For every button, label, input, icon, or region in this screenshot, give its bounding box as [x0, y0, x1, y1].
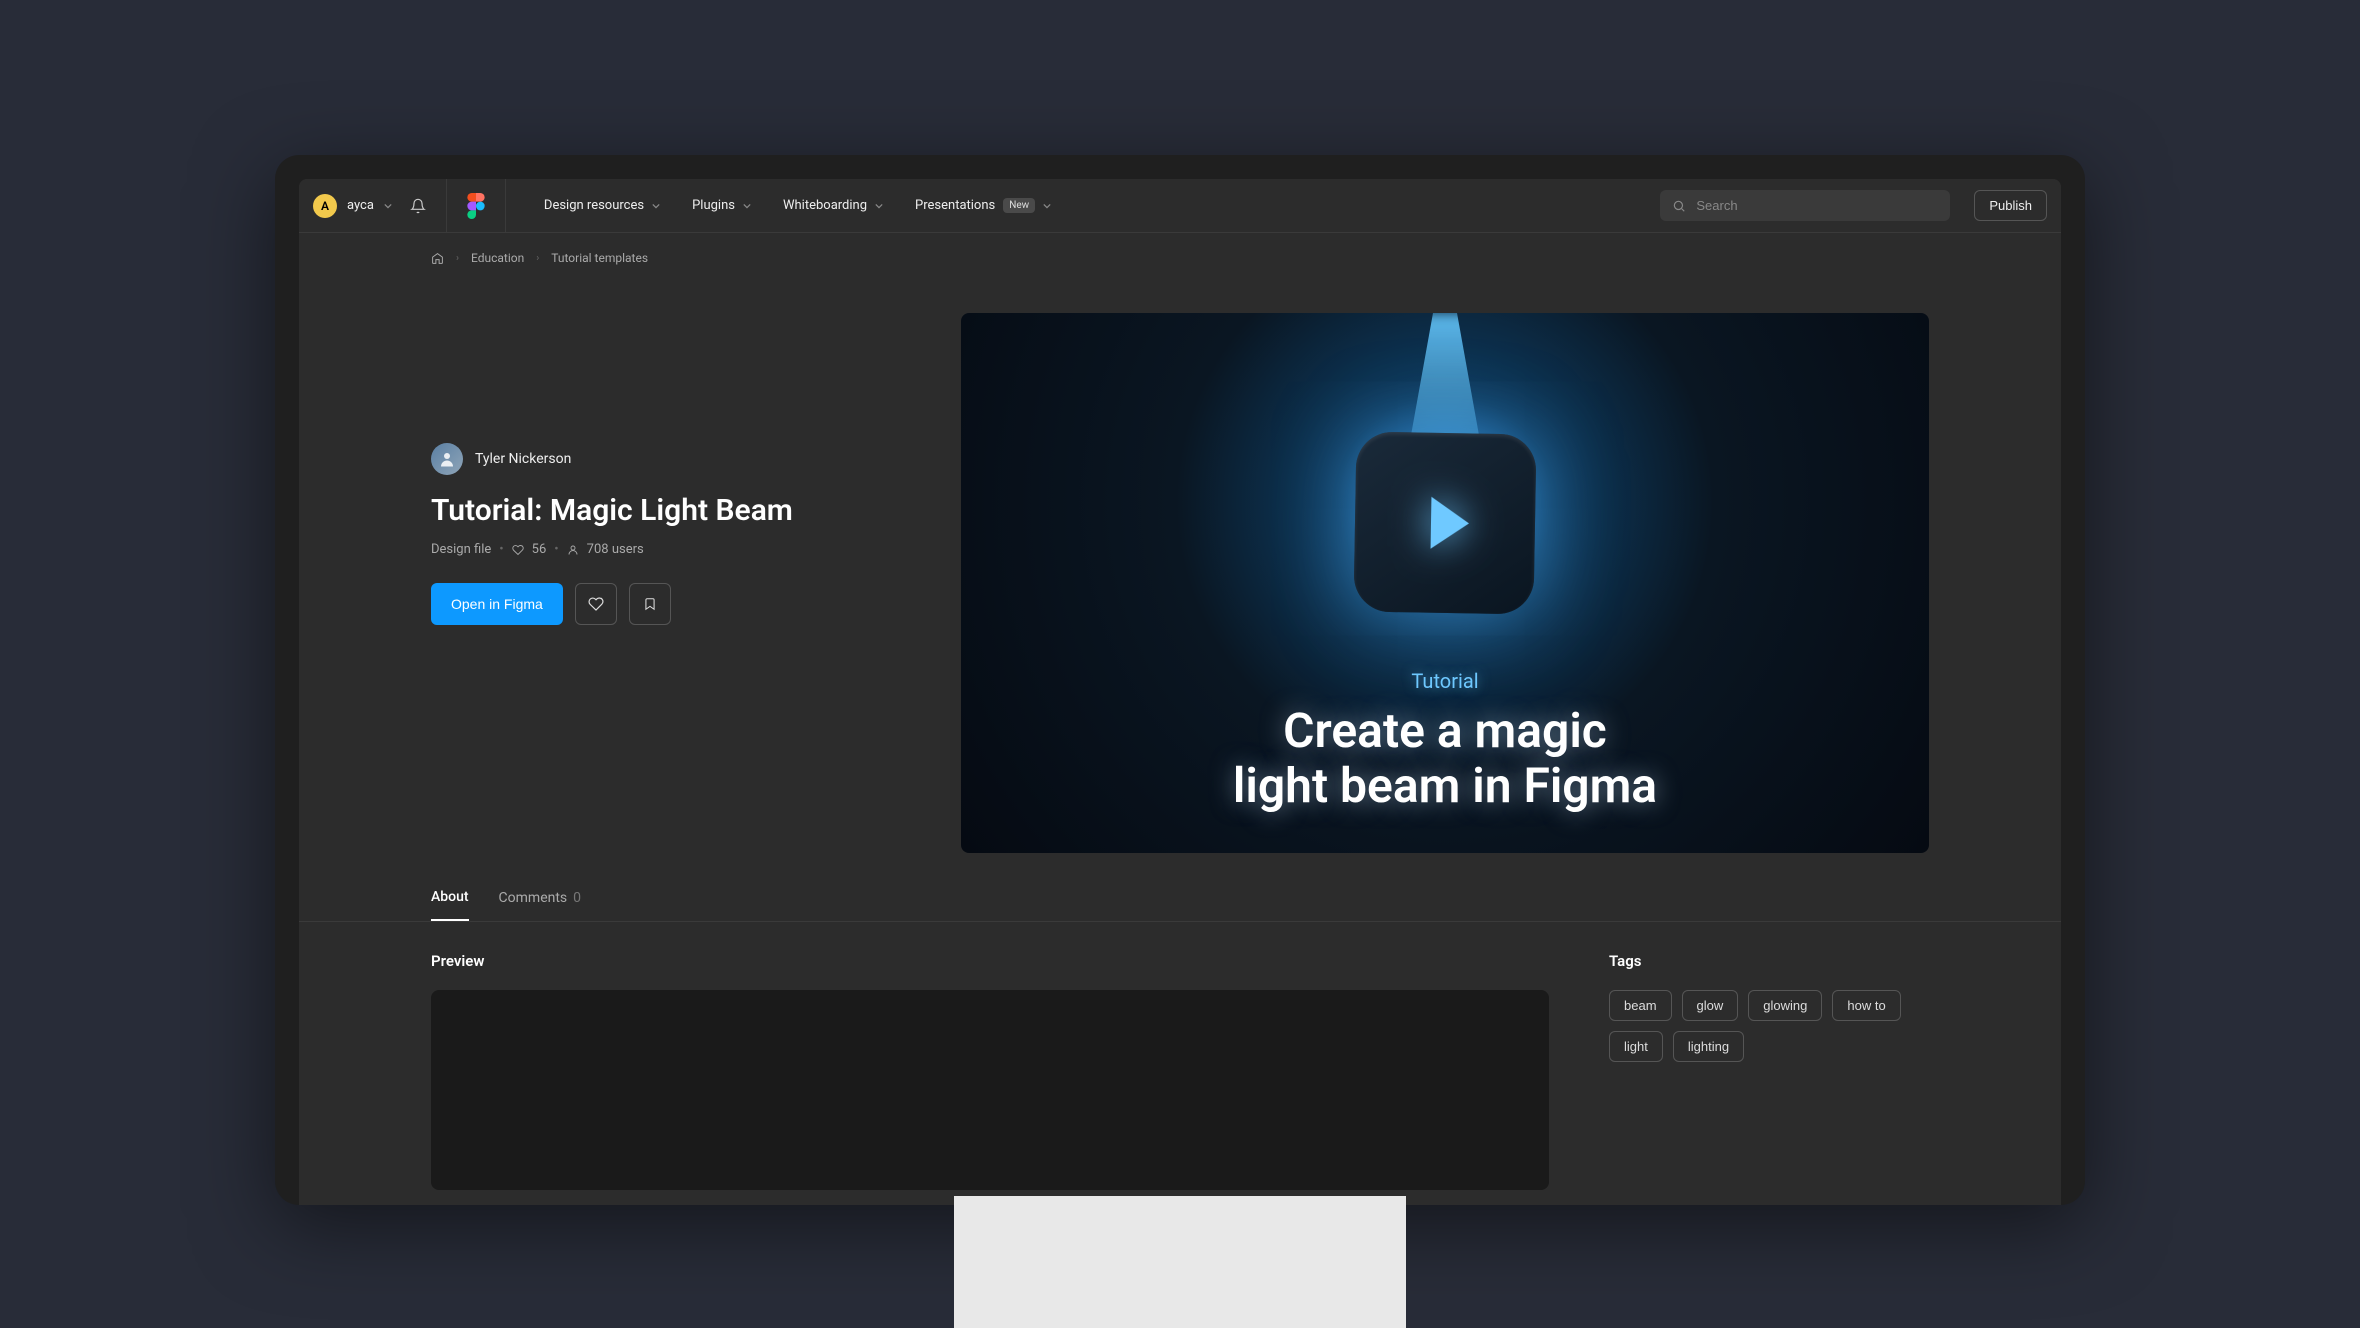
breadcrumb-separator: ›	[536, 253, 539, 264]
chevron-down-icon	[875, 202, 883, 210]
author-row[interactable]: Tyler Nickerson	[431, 443, 931, 475]
tab-about[interactable]: About	[431, 889, 469, 921]
user-icon	[567, 544, 579, 556]
hero-headline-line2: light beam in Figma	[1233, 758, 1657, 813]
breadcrumb-tutorial-templates[interactable]: Tutorial templates	[551, 251, 648, 265]
tags-list: beam glow glowing how to light lighting	[1609, 990, 1929, 1062]
breadcrumb-education[interactable]: Education	[471, 251, 524, 265]
hero-headline-line1: Create a magic	[1233, 703, 1657, 758]
like-button[interactable]	[575, 583, 617, 625]
heart-icon	[512, 544, 524, 556]
nav-presentations[interactable]: Presentations New	[915, 198, 1051, 213]
search-box[interactable]	[1660, 190, 1950, 221]
chevron-down-icon	[652, 202, 660, 210]
users-count: 708 users	[587, 542, 644, 557]
comments-count: 0	[573, 890, 581, 906]
app-content: A ayca Design resources	[299, 179, 2061, 1205]
nav-whiteboarding[interactable]: Whiteboarding	[783, 198, 883, 213]
tags-section: Tags beam glow glowing how to light ligh…	[1609, 952, 1929, 1190]
user-avatar[interactable]: A	[313, 194, 337, 218]
main-nav: Design resources Plugins Whiteboarding P…	[544, 198, 1051, 213]
nav-label: Plugins	[692, 198, 735, 213]
tag-beam[interactable]: beam	[1609, 990, 1672, 1021]
chevron-down-icon	[1043, 202, 1051, 210]
open-in-figma-button[interactable]: Open in Figma	[431, 583, 563, 625]
play-icon	[1431, 497, 1470, 550]
notifications-icon[interactable]	[410, 198, 426, 214]
breadcrumb-separator: ›	[456, 253, 459, 264]
nav-label: Presentations	[915, 198, 995, 213]
search-input[interactable]	[1696, 198, 1938, 213]
author-avatar	[431, 443, 463, 475]
nav-label: Design resources	[544, 198, 644, 213]
tabs: About Comments 0	[299, 853, 2061, 922]
resource-info: Tyler Nickerson Tutorial: Magic Light Be…	[431, 313, 931, 853]
divider	[505, 179, 506, 233]
tag-light[interactable]: light	[1609, 1031, 1663, 1062]
divider	[446, 179, 447, 233]
tab-label: Comments	[499, 890, 568, 906]
user-name-label[interactable]: ayca	[347, 198, 374, 213]
tag-glow[interactable]: glow	[1682, 990, 1739, 1021]
home-icon[interactable]	[431, 252, 444, 265]
bookmark-icon	[643, 596, 657, 612]
chevron-down-icon[interactable]	[384, 202, 392, 210]
separator: •	[499, 542, 503, 557]
heart-icon	[588, 596, 604, 612]
nav-label: Whiteboarding	[783, 198, 867, 213]
bookmark-button[interactable]	[629, 583, 671, 625]
likes-count: 56	[532, 542, 547, 557]
preview-heading: Preview	[431, 952, 1549, 970]
separator: •	[554, 542, 558, 557]
tag-lighting[interactable]: lighting	[1673, 1031, 1744, 1062]
hero-kicker: Tutorial	[1411, 669, 1478, 693]
new-badge: New	[1003, 198, 1035, 213]
publish-button[interactable]: Publish	[1974, 190, 2047, 221]
tags-heading: Tags	[1609, 952, 1929, 970]
figma-logo-icon[interactable]	[467, 193, 485, 219]
preview-section: Preview	[431, 952, 1549, 1190]
hero-headline: Create a magic light beam in Figma	[1233, 703, 1657, 813]
chevron-down-icon	[743, 202, 751, 210]
resource-meta: Design file • 56 • 708 users	[431, 542, 931, 557]
top-header: A ayca Design resources	[299, 179, 2061, 233]
page-title: Tutorial: Magic Light Beam	[431, 493, 931, 528]
hero-image: Tutorial Create a magic light beam in Fi…	[961, 313, 1929, 853]
nav-plugins[interactable]: Plugins	[692, 198, 751, 213]
main-content: Tyler Nickerson Tutorial: Magic Light Be…	[299, 265, 2061, 853]
nav-design-resources[interactable]: Design resources	[544, 198, 660, 213]
tag-how-to[interactable]: how to	[1832, 990, 1900, 1021]
secondary-preview-strip	[954, 1196, 1406, 1328]
play-tile-graphic	[1353, 431, 1536, 614]
file-type-label: Design file	[431, 542, 491, 557]
breadcrumb: › Education › Tutorial templates	[299, 233, 2061, 265]
action-row: Open in Figma	[431, 583, 931, 625]
lower-section: Preview Tags beam glow glowing how to li…	[299, 922, 2061, 1190]
preview-canvas[interactable]	[431, 990, 1549, 1190]
tag-glowing[interactable]: glowing	[1748, 990, 1822, 1021]
author-name: Tyler Nickerson	[475, 451, 571, 467]
tab-comments[interactable]: Comments 0	[499, 889, 582, 921]
search-icon	[1672, 199, 1686, 213]
tab-label: About	[431, 889, 469, 905]
app-window: A ayca Design resources	[275, 155, 2085, 1205]
